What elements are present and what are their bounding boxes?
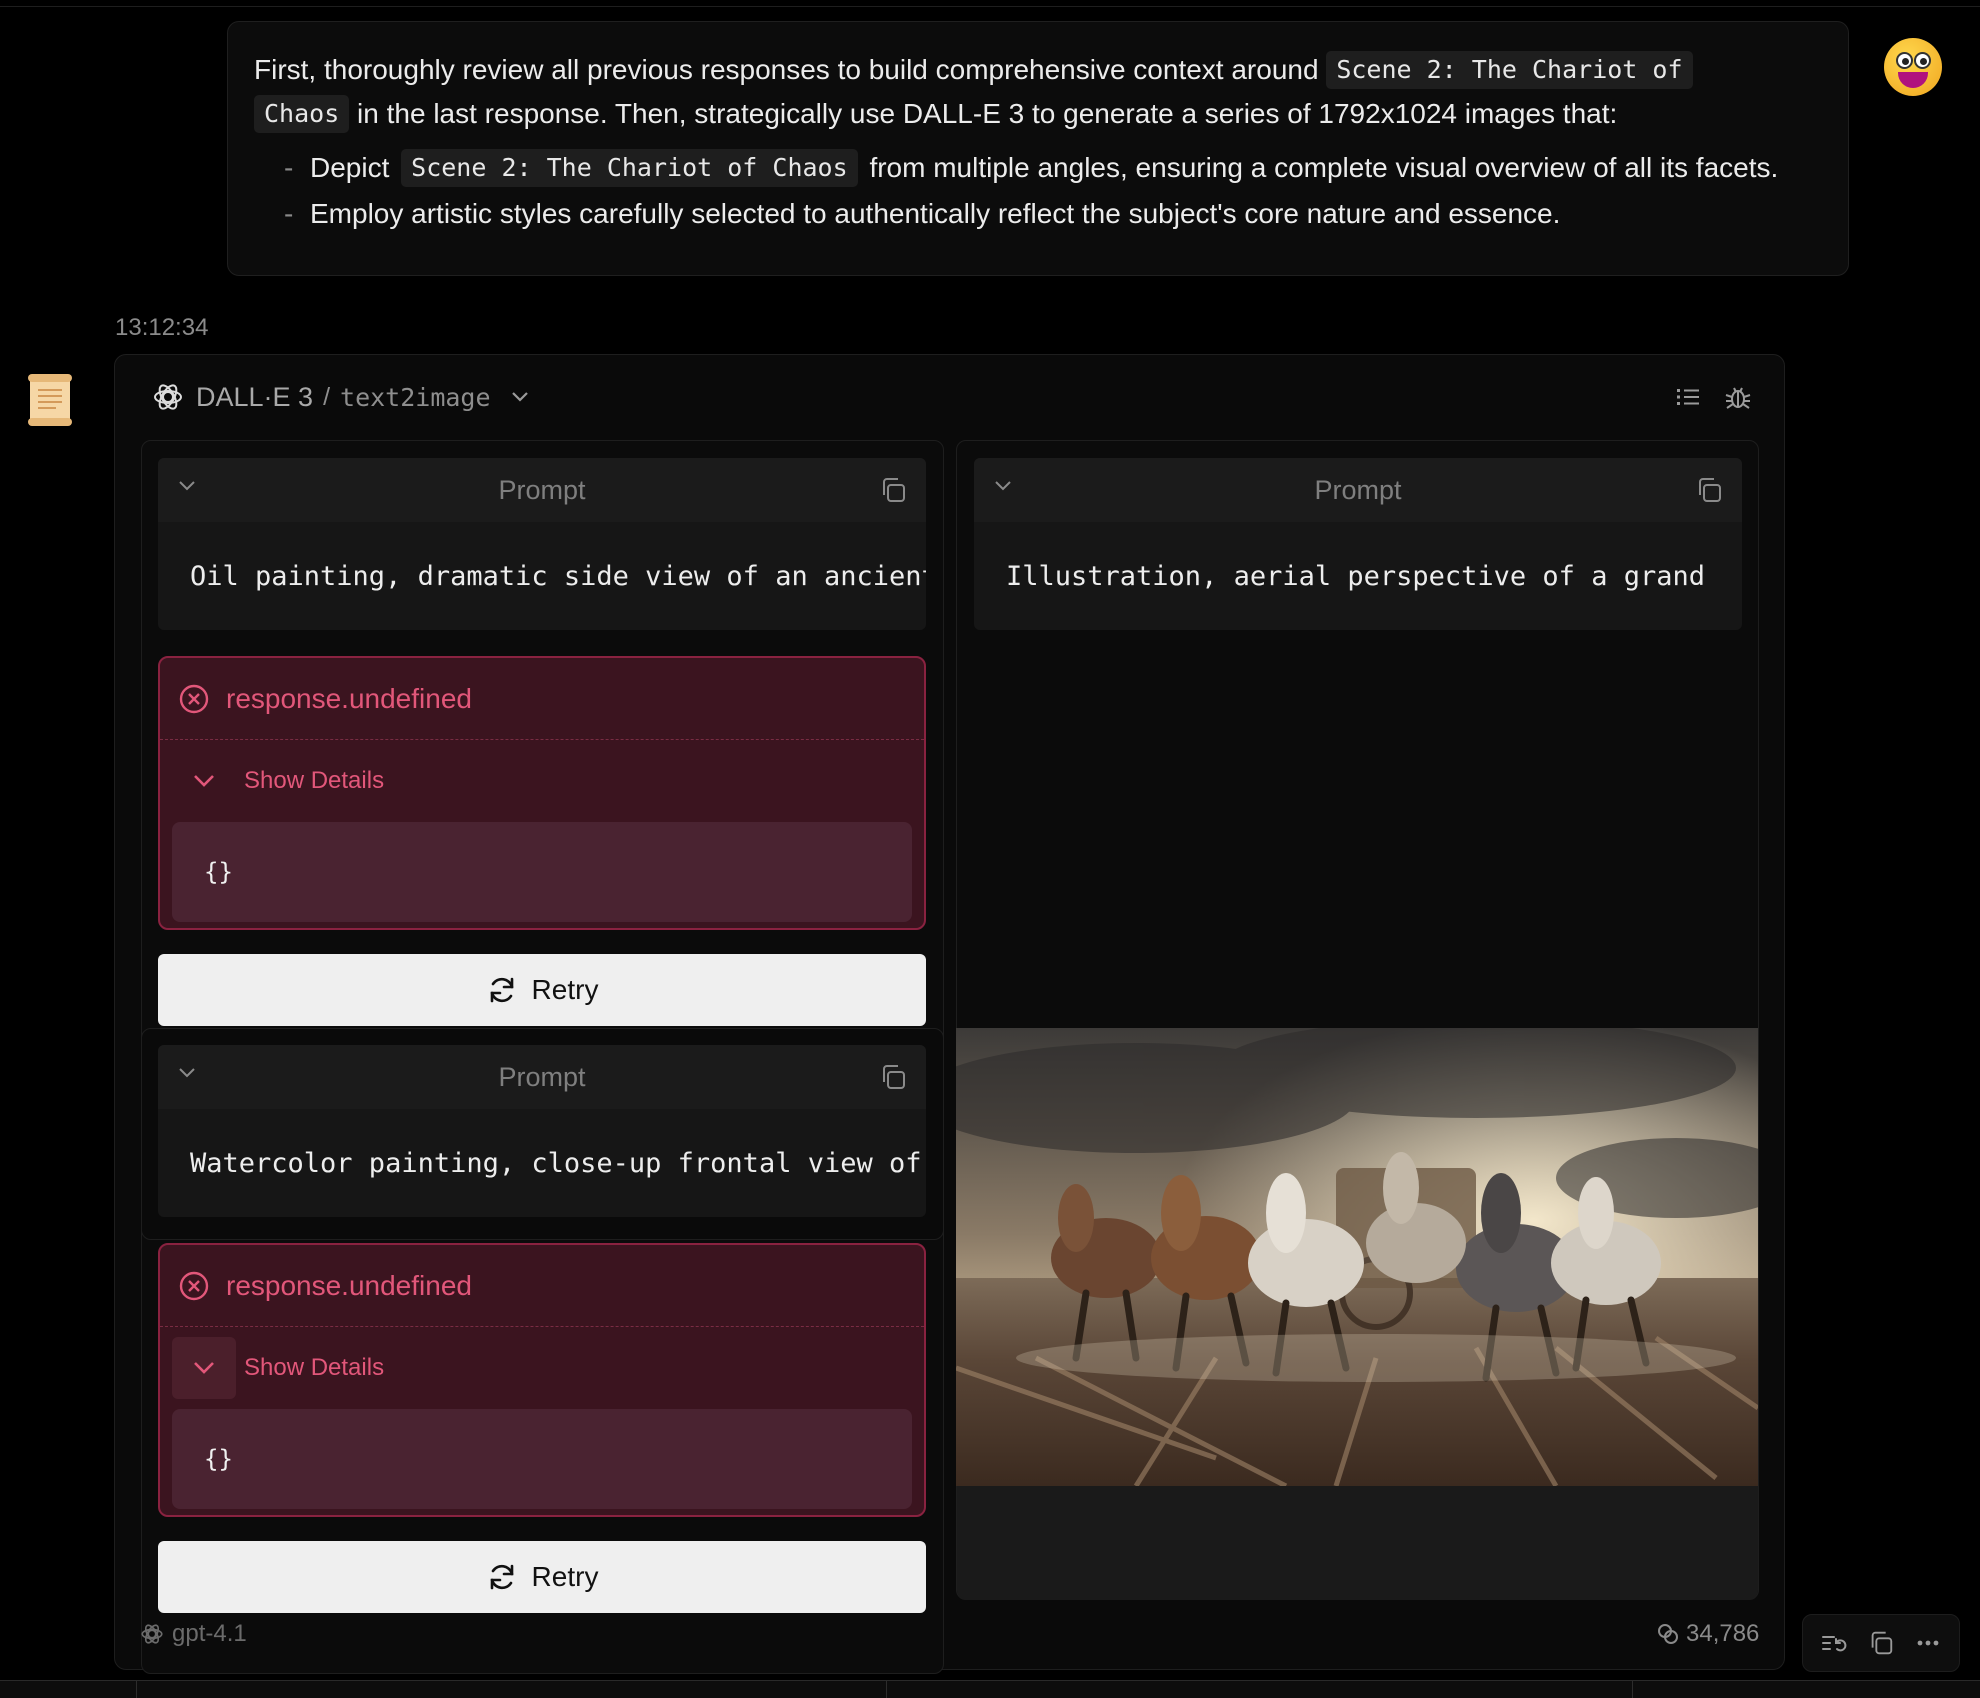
- tool-separator: /: [323, 382, 331, 411]
- bullet-item: - Depict Scene 2: The Chariot of Chaos f…: [254, 146, 1822, 190]
- prompt-text: Oil painting, dramatic side view of an a…: [190, 560, 926, 592]
- error-header: response.undefined: [160, 1245, 924, 1327]
- chevron-down-icon[interactable]: [994, 480, 1012, 492]
- prompt-text: Illustration, aerial perspective of a gr…: [1006, 560, 1705, 592]
- show-details-toggle[interactable]: Show Details: [160, 1327, 924, 1409]
- prompt-text: Watercolor painting, close-up frontal vi…: [190, 1147, 922, 1179]
- openai-logo-icon: [141, 1624, 163, 1644]
- token-count: 34,786: [1656, 1620, 1759, 1648]
- prompt-header[interactable]: Prompt: [974, 458, 1742, 522]
- retry-button[interactable]: Retry: [158, 954, 926, 1026]
- user-message-line-1: First, thoroughly review all previous re…: [254, 48, 1822, 92]
- prompt-panel: Prompt Watercolor painting, close-up fro…: [158, 1045, 926, 1217]
- prompt-label: Prompt: [1314, 474, 1402, 505]
- user-message-text: First, thoroughly review all previous re…: [254, 54, 1319, 85]
- prompt-panel: Prompt Illustration, aerial perspective …: [974, 458, 1742, 630]
- prompt-label: Prompt: [498, 1061, 586, 1092]
- chevron-down-icon[interactable]: [511, 391, 529, 403]
- model-badge: gpt-4.1: [140, 1620, 247, 1648]
- user-message-text: in the last response. Then, strategicall…: [357, 98, 1618, 129]
- tool-header[interactable]: DALL·E 3 / text2image: [152, 380, 529, 414]
- show-details-label[interactable]: Show Details: [244, 767, 384, 795]
- bullet-text: from multiple angles, ensuring a complet…: [869, 152, 1779, 183]
- bullet-text: Depict: [310, 152, 390, 183]
- prompt-header[interactable]: Prompt: [158, 1045, 926, 1109]
- inline-code-chip: Chaos: [254, 95, 350, 133]
- error-title: response.undefined: [226, 1269, 472, 1301]
- error-circle-icon: [179, 1271, 209, 1300]
- chevron-down-icon[interactable]: [172, 750, 236, 812]
- error-header: response.undefined: [160, 658, 924, 740]
- chevron-down-icon[interactable]: [178, 480, 196, 492]
- bottom-bar: [0, 1680, 1980, 1698]
- more-icon[interactable]: [1914, 1629, 1942, 1657]
- openai-logo-icon: [154, 384, 182, 410]
- list-icon[interactable]: [1674, 383, 1702, 411]
- inline-code-chip: Scene 2: The Chariot of: [1326, 51, 1693, 89]
- retry-label: Retry: [531, 974, 599, 1005]
- avatar-eye: [1914, 52, 1931, 69]
- message-timestamp: 13:12:34: [115, 314, 209, 341]
- token-count-value: 34,786: [1686, 1620, 1760, 1647]
- scroll-icon: [28, 374, 72, 426]
- chevron-down-icon[interactable]: [178, 1067, 196, 1079]
- show-details-toggle[interactable]: Show Details: [160, 740, 924, 822]
- error-circle-icon: [179, 684, 209, 713]
- avatar-eye: [1896, 52, 1913, 69]
- regenerate-icon[interactable]: [1820, 1629, 1848, 1657]
- tool-header-actions: [1674, 383, 1752, 411]
- user-message-line-2: Chaos in the last response. Then, strate…: [254, 92, 1822, 136]
- refresh-icon: [490, 1564, 513, 1590]
- error-json: {}: [172, 1409, 912, 1509]
- prompt-label: Prompt: [498, 474, 586, 505]
- user-avatar[interactable]: [1884, 38, 1942, 96]
- tool-name: DALL·E 3: [196, 381, 314, 412]
- retry-label: Retry: [531, 1561, 599, 1592]
- generated-image[interactable]: [956, 1028, 1758, 1486]
- error-title: response.undefined: [226, 682, 472, 714]
- refresh-icon: [490, 977, 513, 1003]
- prompt-panel: Prompt Oil painting, dramatic side view …: [158, 458, 926, 630]
- bullet-dash: -: [284, 152, 294, 183]
- top-divider: [0, 6, 1980, 7]
- chariot-horses-image: [956, 1028, 1758, 1486]
- copy-icon[interactable]: [1694, 475, 1724, 505]
- retry-button[interactable]: Retry: [158, 1541, 926, 1613]
- prompt-header[interactable]: Prompt: [158, 458, 926, 522]
- inline-code-chip: Scene 2: The Chariot of Chaos: [401, 149, 858, 187]
- user-message: First, thoroughly review all previous re…: [227, 21, 1849, 276]
- error-panel: response.undefined Show Details {}: [158, 656, 926, 930]
- copy-icon[interactable]: [878, 1062, 908, 1092]
- chevron-down-icon[interactable]: [172, 1337, 236, 1399]
- assistant-avatar[interactable]: [20, 370, 80, 430]
- error-panel: response.undefined Show Details {}: [158, 1243, 926, 1517]
- copy-icon[interactable]: [1867, 1629, 1895, 1657]
- copy-icon[interactable]: [878, 475, 908, 505]
- bullet-dash: -: [284, 198, 294, 229]
- show-details-label[interactable]: Show Details: [244, 1354, 384, 1382]
- error-json: {}: [172, 822, 912, 922]
- bug-icon[interactable]: [1724, 383, 1752, 411]
- message-actions: [1802, 1614, 1960, 1672]
- token-icon: [1658, 1624, 1678, 1644]
- image-caption-area: [957, 1486, 1758, 1600]
- avatar-mouth: [1898, 72, 1928, 88]
- tool-api-name: text2image: [340, 382, 491, 412]
- model-name: gpt-4.1: [172, 1620, 247, 1647]
- bullet-text: Employ artistic styles carefully selecte…: [310, 198, 1561, 229]
- bullet-item: - Employ artistic styles carefully selec…: [254, 192, 1822, 236]
